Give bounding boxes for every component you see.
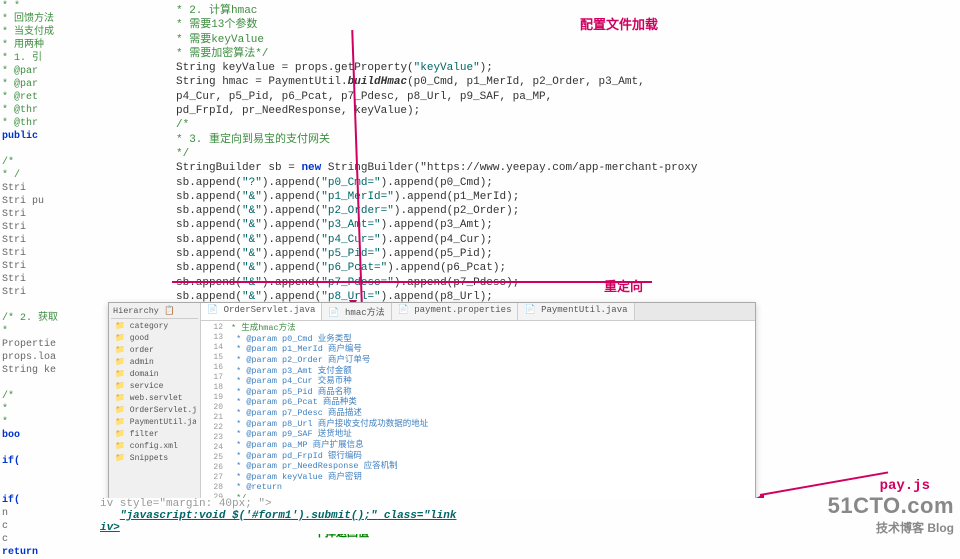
annotation-config: 配置文件加载 <box>580 14 658 33</box>
ide-tabs: 📄 OrderServlet.java📄 hmac方法📄 payment.pro… <box>201 303 755 321</box>
ide-tab[interactable]: 📄 payment.properties <box>392 303 519 320</box>
watermark-domain: 51CTO.com <box>828 493 954 519</box>
underline-redirect <box>172 281 652 283</box>
floating-ide: Hierarchy 📋 📁 category📁 good📁 order📁 adm… <box>108 302 756 500</box>
sidebar-item[interactable]: 📁 web.servlet <box>113 392 196 404</box>
ide-content: * 生成hmac方法 * @param p0_Cmd 业务类型 * @param… <box>227 321 755 499</box>
sidebar-item[interactable]: 📁 category <box>113 320 196 332</box>
sidebar-item[interactable]: 📁 PaymentUtil.jav <box>113 416 196 428</box>
bottom-html-snippet: iv style="margin: 40px; "> "javascript:v… <box>100 498 860 534</box>
watermark: 51CTO.com 技术博客 Blog <box>828 493 954 536</box>
sidebar-item[interactable]: 📁 good <box>113 332 196 344</box>
annotation-redirect: 重定向 <box>604 276 643 295</box>
watermark-sub: 技术博客 Blog <box>828 519 954 536</box>
ide-sidebar: Hierarchy 📋 📁 category📁 good📁 order📁 adm… <box>109 303 201 499</box>
left-partial-code: * ** 回馈方法* 当支付成* 用两种* 1. 引* @par* @par* … <box>2 0 102 559</box>
ide-tab[interactable]: 📄 OrderServlet.java <box>201 303 322 320</box>
ide-tab[interactable]: 📄 hmac方法 <box>322 303 391 320</box>
sidebar-header: Hierarchy 📋 <box>111 305 198 319</box>
sidebar-item[interactable]: 📁 order <box>113 344 196 356</box>
sidebar-item[interactable]: 📁 filter <box>113 428 196 440</box>
sidebar-item[interactable]: 📁 OrderServlet.jav <box>113 404 196 416</box>
sidebar-item[interactable]: 📁 Snippets <box>113 452 196 464</box>
annotation-payjs: pay.js <box>880 478 930 494</box>
sidebar-item[interactable]: 📁 admin <box>113 356 196 368</box>
sidebar-item[interactable]: 📁 config.xml <box>113 440 196 452</box>
sidebar-item[interactable]: 📁 service <box>113 380 196 392</box>
ide-gutter: 1213141516171819202122232425262728293031… <box>201 321 227 499</box>
ide-tab[interactable]: 📄 PaymentUtil.java <box>518 303 634 320</box>
sidebar-item[interactable]: 📁 domain <box>113 368 196 380</box>
